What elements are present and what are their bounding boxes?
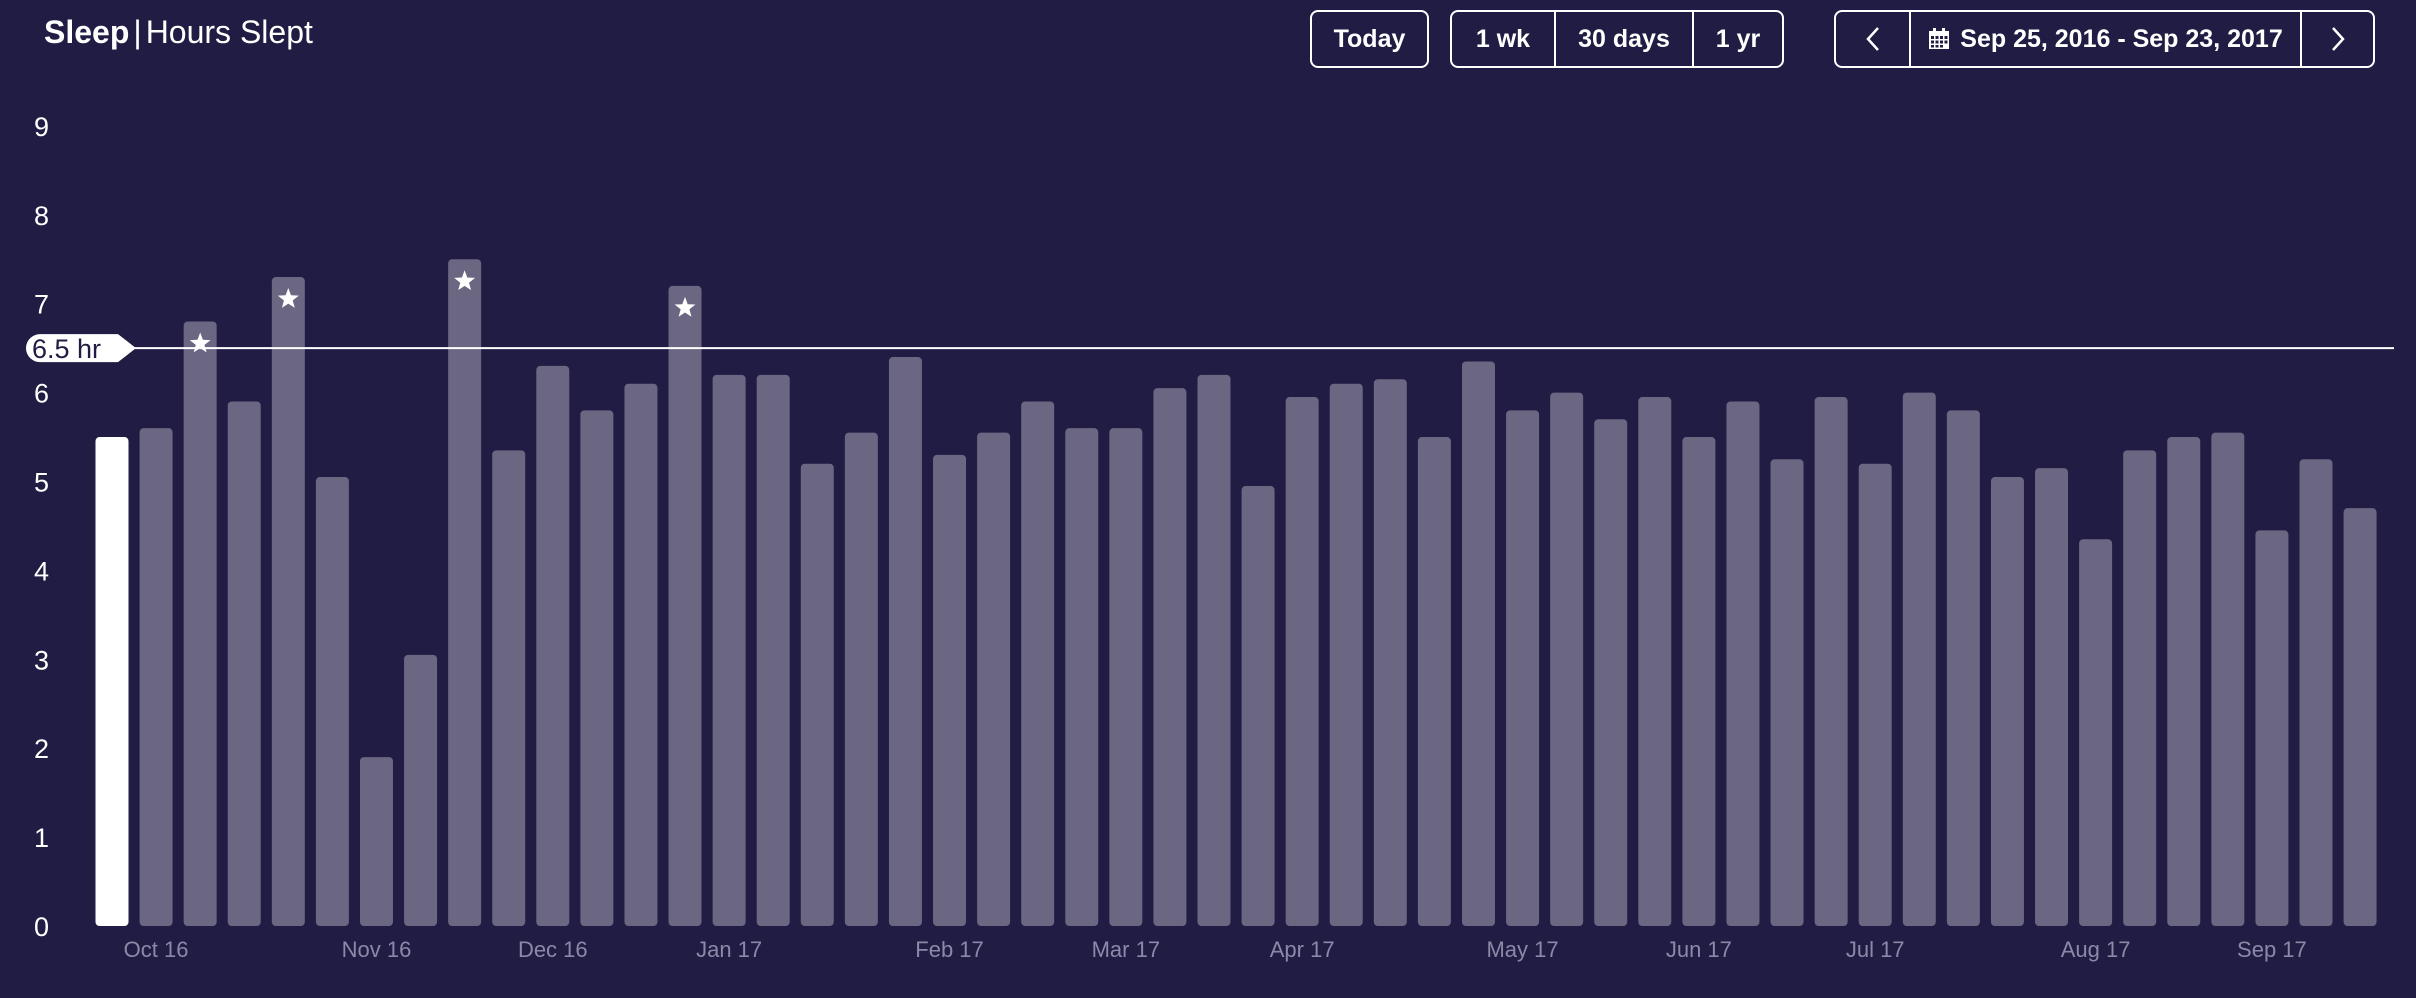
bar[interactable]	[404, 654, 438, 926]
x-month-label: May 17	[1486, 937, 1558, 962]
bar[interactable]	[183, 321, 217, 927]
bar[interactable]	[1506, 410, 1540, 926]
bar[interactable]	[139, 428, 173, 926]
bar[interactable]	[1153, 388, 1187, 926]
bar[interactable]	[492, 450, 526, 926]
bar[interactable]	[1770, 459, 1804, 926]
goal-label: 6.5 hr	[32, 334, 101, 364]
x-month-label: Feb 17	[915, 937, 984, 962]
y-tick-label: 3	[34, 645, 49, 675]
bar[interactable]	[2123, 450, 2157, 926]
x-month-label: Sep 17	[2237, 937, 2307, 962]
bar[interactable]	[756, 374, 790, 926]
bar[interactable]	[227, 401, 261, 926]
x-month-label: Dec 16	[518, 937, 588, 962]
bar[interactable]	[2035, 468, 2069, 926]
bar[interactable]	[448, 259, 482, 926]
bar[interactable]	[1594, 419, 1628, 926]
bar[interactable]	[1417, 437, 1451, 926]
bar[interactable]	[271, 277, 305, 926]
bar[interactable]	[2211, 432, 2245, 926]
bar[interactable]	[1946, 410, 1980, 926]
x-month-label: Nov 16	[342, 937, 412, 962]
bar[interactable]	[2255, 530, 2289, 926]
y-tick-label: 1	[34, 823, 49, 853]
bar[interactable]	[1197, 374, 1231, 926]
bar[interactable]	[1373, 379, 1407, 926]
sleep-bar-chart: 0 1 2 3 4 5 6 7 8 9 6.5 hr Oct 16 Nov 16 Dec 16 Jan 17…	[26, 112, 2394, 962]
bar[interactable]	[712, 374, 746, 926]
x-month-label: Oct 16	[124, 937, 189, 962]
bar[interactable]	[1990, 477, 2024, 926]
bar[interactable]	[1726, 401, 1760, 926]
x-month-label: Aug 17	[2061, 937, 2131, 962]
bar[interactable]	[977, 432, 1011, 926]
x-month-label: Apr 17	[1270, 937, 1335, 962]
bar[interactable]	[888, 357, 922, 926]
bar[interactable]	[1858, 463, 1892, 926]
bar[interactable]	[1814, 397, 1848, 926]
bar[interactable]	[95, 437, 129, 926]
bar[interactable]	[1329, 383, 1363, 927]
bar[interactable]	[1550, 392, 1584, 927]
bar[interactable]	[1682, 437, 1716, 926]
bar[interactable]	[1065, 428, 1099, 926]
bar[interactable]	[1461, 361, 1495, 926]
bar[interactable]	[359, 757, 393, 926]
bar[interactable]	[624, 383, 658, 927]
bar[interactable]	[2299, 459, 2333, 926]
bar[interactable]	[1241, 485, 1275, 926]
bar[interactable]	[2343, 508, 2377, 926]
y-tick-label: 0	[34, 912, 49, 942]
y-tick-label: 9	[34, 112, 49, 142]
y-tick-label: 8	[34, 201, 49, 231]
bar[interactable]	[1285, 397, 1319, 926]
x-month-label: Mar 17	[1092, 937, 1160, 962]
bar[interactable]	[2079, 539, 2113, 926]
bar[interactable]	[580, 410, 614, 926]
bar[interactable]	[1902, 392, 1936, 927]
bar[interactable]	[933, 454, 967, 926]
bar[interactable]	[800, 463, 834, 926]
x-month-label: Jul 17	[1846, 937, 1905, 962]
bar[interactable]	[536, 365, 570, 926]
y-tick-label: 7	[34, 290, 49, 320]
y-tick-label: 6	[34, 379, 49, 409]
bar[interactable]	[1109, 428, 1143, 926]
y-tick-label: 5	[34, 468, 49, 498]
y-tick-label: 4	[34, 556, 49, 586]
x-month-label: Jun 17	[1666, 937, 1732, 962]
bar[interactable]	[1638, 397, 1672, 926]
y-tick-label: 2	[34, 734, 49, 764]
bar[interactable]	[668, 285, 702, 926]
bar[interactable]	[844, 432, 878, 926]
bar[interactable]	[1021, 401, 1055, 926]
bar[interactable]	[2167, 437, 2201, 926]
bar[interactable]	[315, 477, 349, 926]
x-month-label: Jan 17	[696, 937, 762, 962]
